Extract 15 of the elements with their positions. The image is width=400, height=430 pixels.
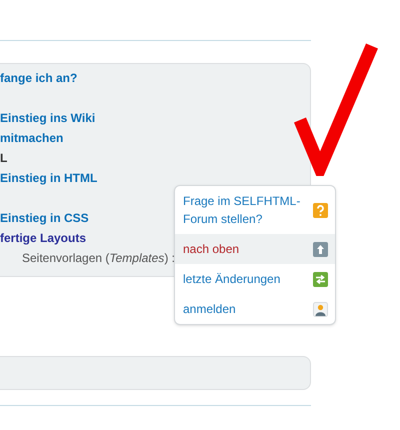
swap-arrows-icon bbox=[313, 272, 328, 286]
question-icon bbox=[313, 202, 328, 218]
nav-link[interactable]: mitmachen bbox=[0, 128, 64, 148]
list-text: L bbox=[0, 150, 8, 167]
nav-link[interactable]: fange ich an? bbox=[0, 68, 78, 88]
nav-link[interactable]: fertige Layouts bbox=[0, 228, 86, 248]
user-icon bbox=[313, 302, 328, 316]
note-text: Seitenvorlagen (Templates) : bbox=[22, 250, 175, 267]
menu-item[interactable]: nach oben bbox=[175, 234, 335, 264]
menu-item[interactable]: anmelden bbox=[175, 294, 335, 324]
menu-item[interactable]: letzte Änderungen bbox=[175, 264, 335, 294]
nav-link[interactable]: Einstieg in CSS bbox=[0, 208, 89, 228]
menu-item[interactable]: Frage im SELFHTML-Forum stellen? bbox=[175, 186, 335, 234]
nav-link[interactable]: Einstieg in HTML bbox=[0, 168, 98, 188]
nav-link[interactable]: Einstieg ins Wiki bbox=[0, 108, 96, 128]
